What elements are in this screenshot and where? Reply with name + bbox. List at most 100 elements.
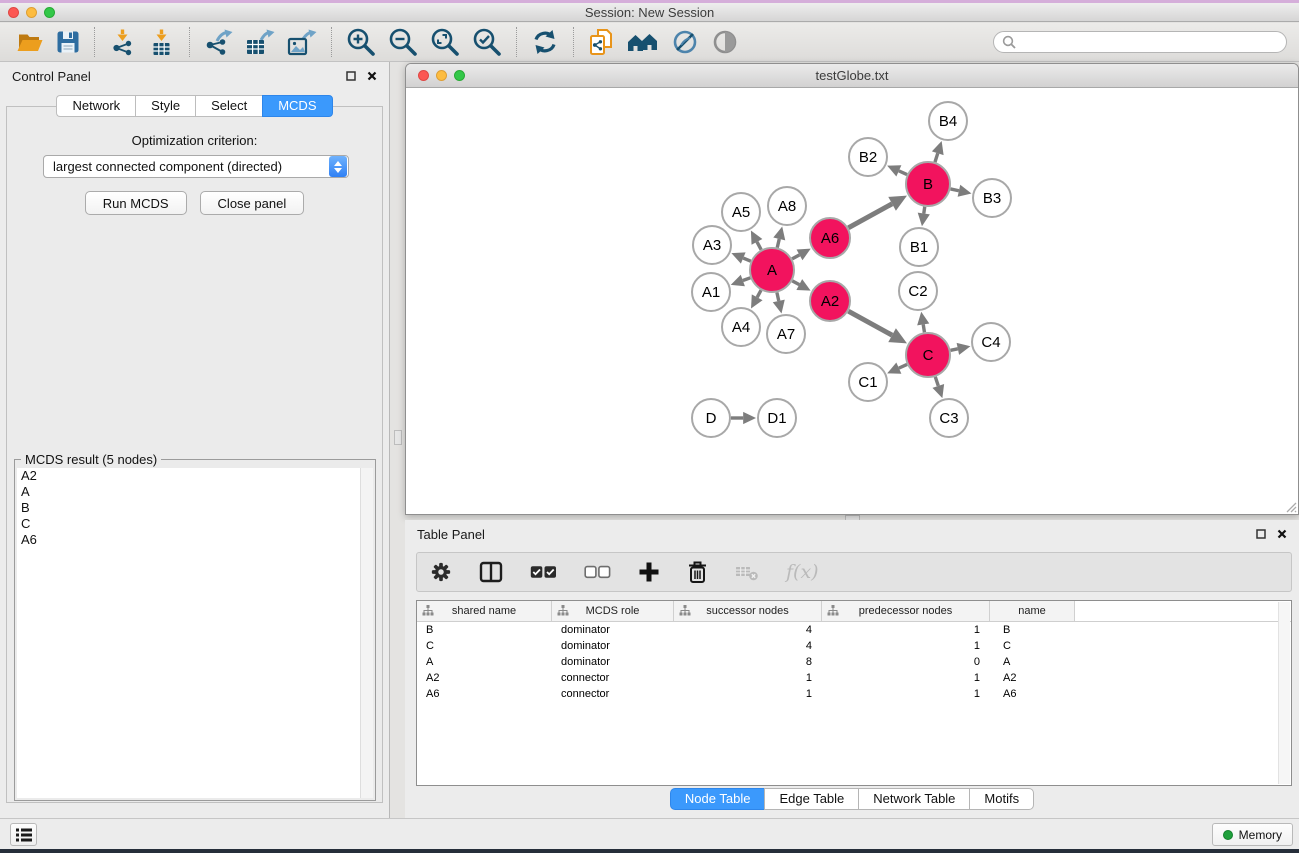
network-canvas[interactable]: B4B2BB3A5A8A6A3B1AA1C2A2A4A7C4CC1C3DD1	[406, 88, 1298, 514]
zoom-fit-button[interactable]	[430, 27, 460, 57]
tab-style[interactable]: Style	[135, 95, 195, 117]
save-session-button[interactable]	[56, 30, 80, 54]
tab-node-table[interactable]: Node Table	[670, 788, 765, 810]
graph-edge[interactable]	[899, 364, 907, 368]
split-columns-icon[interactable]	[479, 561, 503, 583]
table-cell: A2	[417, 670, 552, 686]
graph-edge[interactable]	[777, 239, 779, 248]
graph-edge[interactable]	[951, 349, 958, 351]
refresh-layout-button[interactable]	[531, 29, 559, 55]
export-table-button[interactable]	[245, 29, 275, 56]
table-settings-gear-icon[interactable]	[430, 561, 452, 583]
memory-button[interactable]: Memory	[1212, 823, 1293, 846]
zoom-out-button[interactable]	[388, 27, 418, 57]
graph-edge[interactable]	[743, 278, 751, 281]
network-view-window: testGlobe.txt B4B2BB3A5A8A6A3B1AA1C2A2A4…	[405, 63, 1299, 515]
close-panel-button[interactable]: Close panel	[200, 191, 305, 215]
table-row[interactable]: Bdominator41B	[417, 622, 1291, 638]
home-button[interactable]	[626, 30, 659, 54]
column-header-shared-name[interactable]: shared name	[417, 601, 552, 621]
float-table-panel-icon[interactable]	[1256, 529, 1266, 539]
run-mcds-button[interactable]: Run MCDS	[85, 191, 187, 215]
window-title: Session: New Session	[0, 3, 1299, 22]
tab-network[interactable]: Network	[56, 95, 135, 117]
graph-edge[interactable]	[935, 377, 938, 386]
export-image-button[interactable]	[287, 29, 317, 56]
zoom-selected-button[interactable]	[472, 27, 502, 57]
deselect-all-columns-icon[interactable]	[584, 565, 611, 579]
graph-edge[interactable]	[923, 324, 924, 332]
tab-mcds[interactable]: MCDS	[262, 95, 332, 117]
import-network-button[interactable]	[109, 29, 136, 56]
mcds-result-item[interactable]: C	[17, 516, 373, 532]
mcds-result-item[interactable]: A6	[17, 532, 373, 548]
toggle-bird-eye-view-button[interactable]	[711, 28, 739, 56]
search-input[interactable]	[1016, 34, 1278, 50]
close-window-button[interactable]	[8, 7, 19, 18]
graph-edge[interactable]	[757, 290, 761, 297]
graph-edge[interactable]	[757, 242, 761, 250]
graph-edge[interactable]	[935, 153, 938, 162]
graph-node-label: B2	[859, 149, 877, 166]
graph-edge[interactable]	[792, 281, 799, 285]
result-list-scrollbar[interactable]	[360, 468, 373, 798]
window-resize-handle[interactable]	[1285, 501, 1297, 513]
table-row[interactable]: Cdominator41C	[417, 638, 1291, 654]
mcds-result-item[interactable]: B	[17, 500, 373, 516]
zoom-in-button[interactable]	[346, 27, 376, 57]
minimize-window-button[interactable]	[26, 7, 37, 18]
mcds-result-item[interactable]: A2	[17, 468, 373, 484]
table-row[interactable]: A6connector11A6	[417, 686, 1291, 702]
column-header-mcds-role[interactable]: MCDS role	[552, 601, 674, 621]
table-cell: C	[417, 638, 552, 654]
column-type-icon	[422, 605, 434, 617]
search-box	[993, 31, 1287, 53]
column-header-name[interactable]: name	[990, 601, 1075, 621]
network-close-button[interactable]	[418, 70, 429, 81]
close-panel-icon[interactable]	[367, 71, 377, 81]
open-session-button[interactable]	[16, 30, 44, 54]
clone-network-button[interactable]	[588, 28, 614, 56]
import-table-button[interactable]	[148, 29, 175, 56]
table-cell: dominator	[552, 622, 674, 638]
tab-edge-table[interactable]: Edge Table	[764, 788, 858, 810]
graph-edge[interactable]	[777, 292, 779, 300]
float-panel-icon[interactable]	[346, 71, 356, 81]
table-row[interactable]: A2connector11A2	[417, 670, 1291, 686]
delete-table-icon[interactable]	[735, 563, 759, 581]
function-builder-icon[interactable]: f(x)	[786, 562, 819, 582]
close-table-panel-icon[interactable]	[1277, 529, 1287, 539]
vertical-split-handle[interactable]	[394, 430, 402, 445]
export-network-button[interactable]	[204, 29, 233, 56]
delete-columns-trash-icon[interactable]	[687, 560, 708, 584]
graph-edge[interactable]	[848, 204, 892, 228]
network-graph[interactable]: B4B2BB3A5A8A6A3B1AA1C2A2A4A7C4CC1C3DD1	[406, 88, 1298, 514]
table-scrollbar[interactable]	[1278, 602, 1290, 784]
select-all-columns-icon[interactable]	[530, 565, 557, 579]
tab-network-table[interactable]: Network Table	[858, 788, 969, 810]
mcds-result-item[interactable]: A	[17, 484, 373, 500]
graph-edge[interactable]	[950, 189, 958, 191]
table-row[interactable]: Adominator80A	[417, 654, 1291, 670]
node-table-header: shared name MCDS role successor nodes	[417, 601, 1291, 622]
network-zoom-button[interactable]	[454, 70, 465, 81]
graph-edge[interactable]	[792, 255, 799, 259]
column-header-predecessor-nodes[interactable]: predecessor nodes	[822, 601, 990, 621]
graph-edge[interactable]	[848, 311, 892, 335]
mcds-result-list[interactable]: A2ABCA6	[17, 468, 373, 798]
hide-graphics-details-button[interactable]	[671, 28, 699, 56]
graph-edge[interactable]	[899, 171, 907, 175]
network-minimize-button[interactable]	[436, 70, 447, 81]
criterion-select[interactable]: largest connected component (directed)	[43, 155, 349, 178]
graph-edge[interactable]	[743, 258, 751, 261]
show-panels-button[interactable]	[10, 823, 37, 846]
zoom-window-button[interactable]	[44, 7, 55, 18]
tab-motifs[interactable]: Motifs	[969, 788, 1034, 810]
column-label: successor nodes	[706, 605, 789, 617]
column-header-successor-nodes[interactable]: successor nodes	[674, 601, 822, 621]
graph-edge[interactable]	[924, 207, 925, 214]
table-panel: Table Panel	[405, 520, 1299, 818]
tab-select[interactable]: Select	[195, 95, 262, 117]
column-type-icon	[557, 605, 569, 617]
add-column-icon[interactable]	[638, 561, 660, 583]
